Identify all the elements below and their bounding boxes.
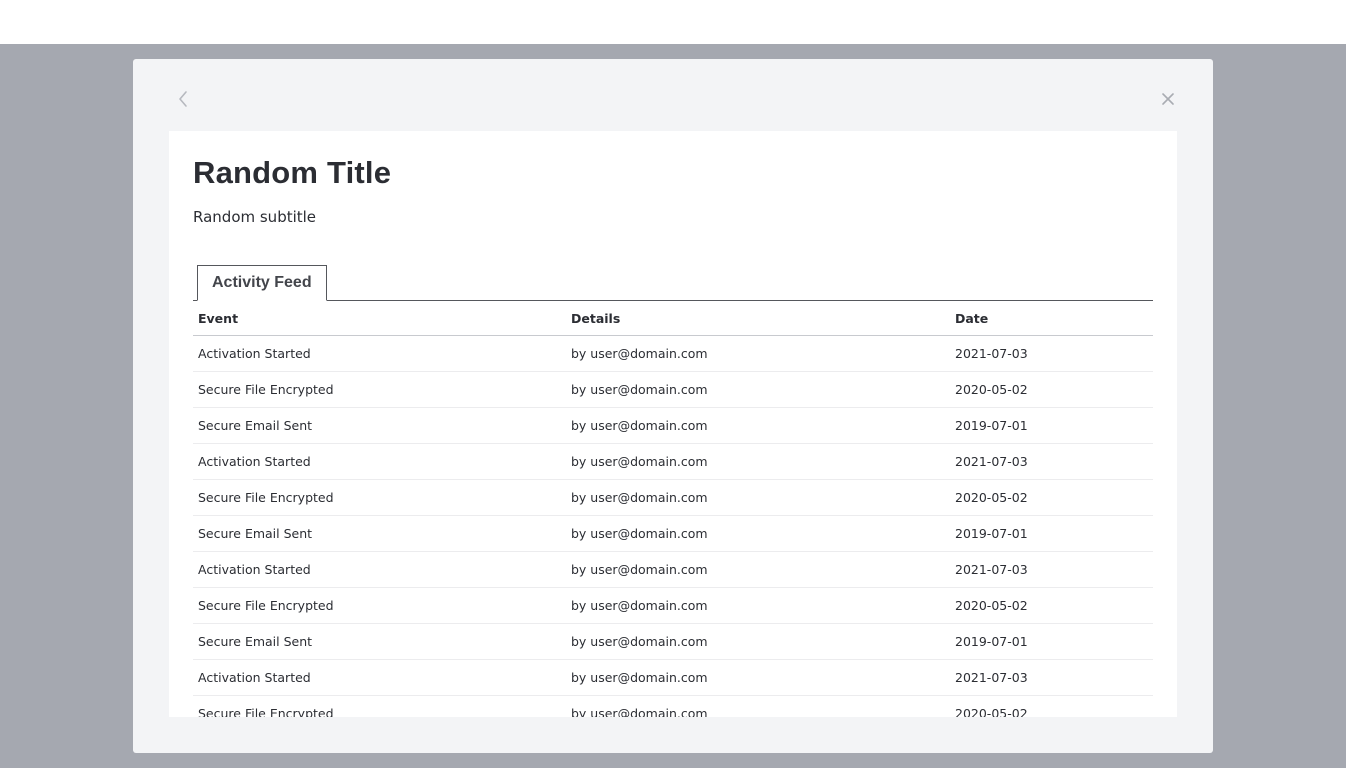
date-cell: 2019-07-01 xyxy=(955,634,1028,649)
event-cell: Activation Started xyxy=(198,562,311,577)
date-cell: 2019-07-01 xyxy=(955,526,1028,541)
date-cell: 2021-07-03 xyxy=(955,346,1028,361)
table-row: Activation Started by user@domain.com 2021… xyxy=(193,336,1153,372)
details-cell: by user@domain.com xyxy=(571,598,708,613)
table-row: Secure File Encrypted by user@domain.com 2… xyxy=(193,588,1153,624)
date-cell: 2019-07-01 xyxy=(955,418,1028,433)
table-row: Activation Started by user@domain.com 2021… xyxy=(193,444,1153,480)
column-header-date: Date xyxy=(955,310,989,326)
page-title: Random Title xyxy=(193,155,392,190)
event-cell: Secure File Encrypted xyxy=(198,706,334,717)
chevron-left-icon xyxy=(179,91,187,107)
column-header-details: Details xyxy=(571,310,621,326)
details-cell: by user@domain.com xyxy=(571,634,708,649)
back-button[interactable] xyxy=(171,87,195,111)
date-cell: 2020-05-02 xyxy=(955,706,1028,717)
event-cell: Activation Started xyxy=(198,346,311,361)
activity-table: Event Details Date Activation Started by … xyxy=(193,301,1153,717)
event-cell: Secure Email Sent xyxy=(198,526,313,541)
table-header: Event Details Date xyxy=(193,301,1153,336)
details-cell: by user@domain.com xyxy=(571,670,708,685)
close-icon xyxy=(1162,93,1174,105)
date-cell: 2020-05-02 xyxy=(955,382,1028,397)
top-bar xyxy=(0,0,1346,44)
table-row: Secure File Encrypted by user@domain.com 2… xyxy=(193,480,1153,516)
modal-dialog: Random Title Random subtitle Activity Fe… xyxy=(133,59,1213,753)
details-cell: by user@domain.com xyxy=(571,562,708,577)
table-row: Secure Email Sent by user@domain.com 2019-… xyxy=(193,516,1153,552)
details-cell: by user@domain.com xyxy=(571,382,708,397)
event-cell: Secure File Encrypted xyxy=(198,598,334,613)
content-card: Random Title Random subtitle Activity Fe… xyxy=(169,131,1177,717)
details-cell: by user@domain.com xyxy=(571,526,708,541)
table-row: Activation Started by user@domain.com 2021… xyxy=(193,660,1153,696)
event-cell: Secure Email Sent xyxy=(198,418,313,433)
tab-bar: Activity Feed xyxy=(193,265,1153,301)
table-row: Secure File Encrypted by user@domain.com 2… xyxy=(193,696,1153,717)
column-header-event: Event xyxy=(198,310,239,326)
table-row: Secure Email Sent by user@domain.com 2019-… xyxy=(193,624,1153,660)
page-subtitle: Random subtitle xyxy=(193,208,317,226)
event-cell: Secure Email Sent xyxy=(198,634,313,649)
details-cell: by user@domain.com xyxy=(571,346,708,361)
date-cell: 2021-07-03 xyxy=(955,454,1028,469)
details-cell: by user@domain.com xyxy=(571,490,708,505)
details-cell: by user@domain.com xyxy=(571,706,708,717)
event-cell: Secure File Encrypted xyxy=(198,490,334,505)
date-cell: 2021-07-03 xyxy=(955,670,1028,685)
event-cell: Activation Started xyxy=(198,454,311,469)
close-button[interactable] xyxy=(1156,87,1180,111)
table-row: Secure File Encrypted by user@domain.com 2… xyxy=(193,372,1153,408)
table-row: Activation Started by user@domain.com 2021… xyxy=(193,552,1153,588)
event-cell: Activation Started xyxy=(198,670,311,685)
date-cell: 2020-05-02 xyxy=(955,490,1028,505)
tab-activity-feed[interactable]: Activity Feed xyxy=(197,265,327,301)
table-row: Secure Email Sent by user@domain.com 2019-… xyxy=(193,408,1153,444)
details-cell: by user@domain.com xyxy=(571,418,708,433)
table-body: Activation Started by user@domain.com 2021… xyxy=(193,336,1153,717)
event-cell: Secure File Encrypted xyxy=(198,382,334,397)
date-cell: 2021-07-03 xyxy=(955,562,1028,577)
date-cell: 2020-05-02 xyxy=(955,598,1028,613)
details-cell: by user@domain.com xyxy=(571,454,708,469)
